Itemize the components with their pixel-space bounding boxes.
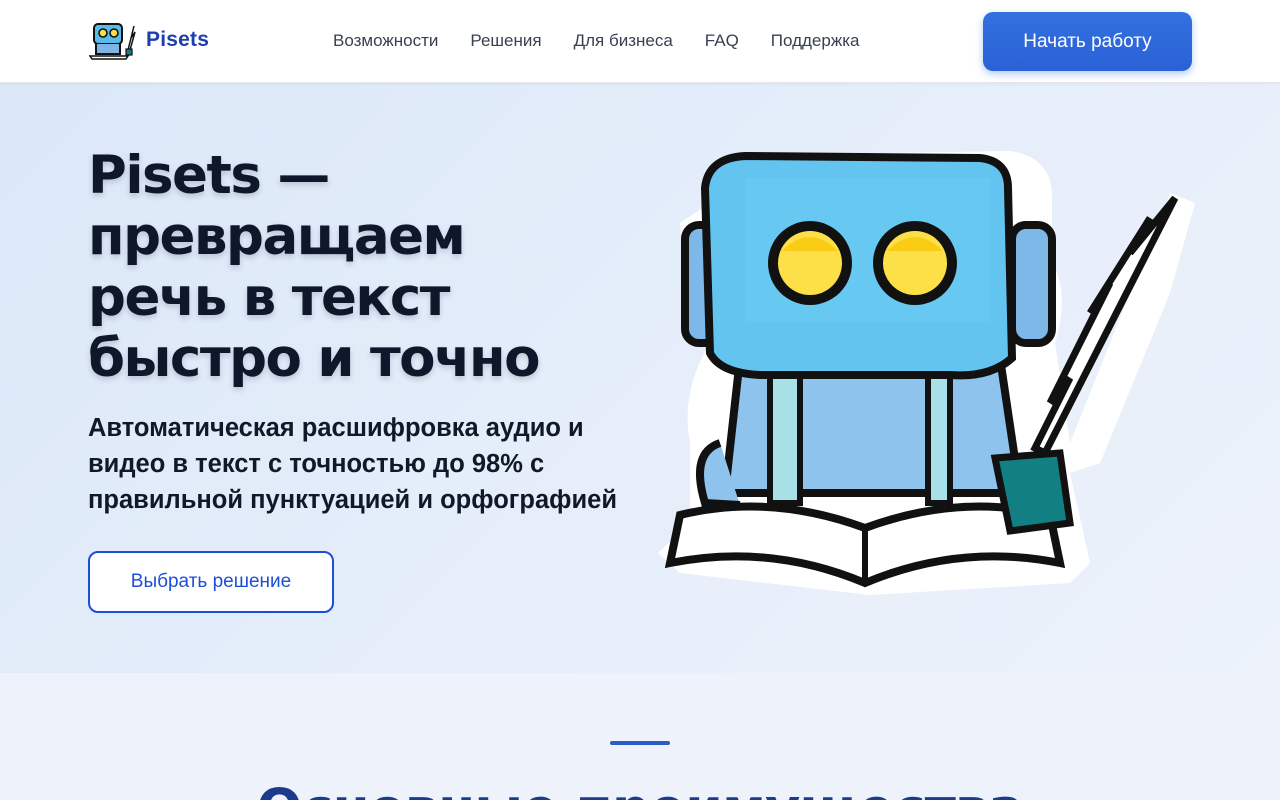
site-header: Pisets Возможности Решения Для бизнеса F… (0, 0, 1280, 83)
robot-mascot-illustration (658, 151, 1195, 595)
section-divider (610, 741, 670, 745)
robot-logo-icon (88, 23, 136, 60)
nav-item-business[interactable]: Для бизнеса (574, 31, 673, 51)
nav-item-features[interactable]: Возможности (333, 31, 438, 51)
section-title: Основные преимущества (0, 777, 1280, 800)
main-nav: Возможности Решения Для бизнеса FAQ Подд… (333, 30, 859, 52)
start-work-button[interactable]: Начать работу (983, 12, 1192, 71)
hero-subtitle: Автоматическая расшифровка аудио и видео… (88, 414, 618, 514)
hero-title: Pisets — превращаем речь в текст быстро … (88, 145, 541, 389)
logo-link[interactable]: Pisets (88, 20, 209, 60)
advantages-section: Основные преимущества (0, 673, 1280, 800)
choose-solution-button[interactable]: Выбрать решение (88, 551, 334, 613)
nav-item-faq[interactable]: FAQ (705, 31, 739, 51)
nav-item-support[interactable]: Поддержка (771, 31, 860, 51)
nav-item-solutions[interactable]: Решения (470, 31, 541, 51)
logo-text: Pisets (146, 28, 210, 51)
hero-section: Pisets — превращаем речь в текст быстро … (0, 83, 1280, 673)
